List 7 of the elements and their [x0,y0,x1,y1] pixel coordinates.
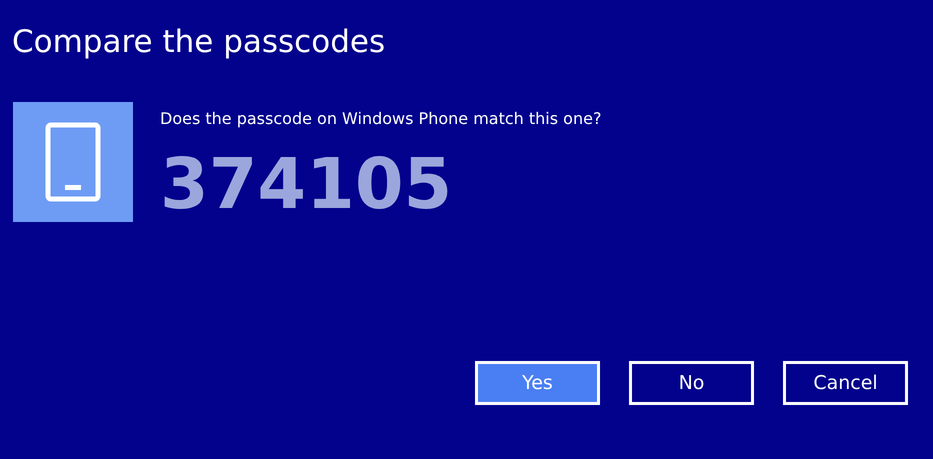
passcode: 374105 [160,144,454,224]
question-text: Does the passcode on Windows Phone match this one? [160,108,602,130]
dialog-title: Compare the passcodes [12,23,386,62]
dialog-button[interactable]: Cancel [783,361,908,405]
phone-icon [45,122,101,202]
dialog-button[interactable]: No [629,361,754,405]
dialog-button[interactable]: Yes [475,361,600,405]
